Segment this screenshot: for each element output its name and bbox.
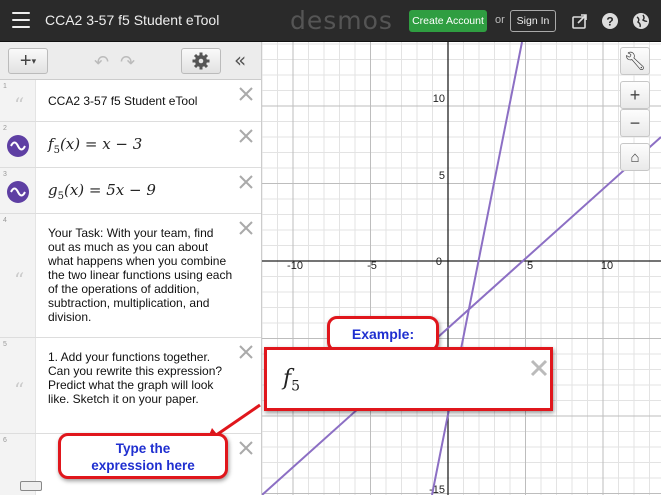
x-tick-label: 10 xyxy=(601,260,613,272)
keyboard-icon[interactable] xyxy=(20,481,42,491)
undo-icon[interactable]: ↶ xyxy=(94,52,109,73)
home-icon: ⌂ xyxy=(630,149,640,166)
note-icon: “ xyxy=(14,378,25,402)
expression-item-1[interactable]: 1 “ CCA2 3-57 f5 Student eTool xyxy=(0,80,261,122)
create-account-button[interactable]: Create Account xyxy=(409,10,487,32)
expression-text: CCA2 3-57 f5 Student eTool xyxy=(48,94,198,108)
expression-toolbar: +▾ ↶ ↷ « xyxy=(0,42,261,80)
y-tick-label: 5 xyxy=(439,170,445,182)
expression-text: 1. Add your functions together. Can you … xyxy=(48,350,223,406)
expression-item-4[interactable]: 4 “ Your Task: With your team, find out … xyxy=(0,214,261,338)
home-button[interactable]: ⌂ xyxy=(620,143,650,171)
wrench-icon: 🔧︎ xyxy=(623,51,647,71)
expression-item-3[interactable]: 3 g5(x) = 5x − 9 xyxy=(0,168,261,214)
redo-icon[interactable]: ↷ xyxy=(120,52,135,73)
expression-text: Your Task: With your team, find out as m… xyxy=(48,226,233,324)
collapse-panel-icon[interactable]: « xyxy=(234,48,246,72)
x-tick-label: 5 xyxy=(527,260,533,272)
example-expression: f5 xyxy=(283,366,301,395)
graph-color-icon[interactable] xyxy=(7,135,29,157)
svg-text:?: ? xyxy=(606,15,613,29)
gear-icon xyxy=(192,52,210,70)
x-tick-label: -10 xyxy=(287,260,303,272)
sign-in-button[interactable]: Sign In xyxy=(510,10,556,32)
add-item-button[interactable]: +▾ xyxy=(8,48,48,74)
zoom-in-button[interactable]: + xyxy=(620,81,650,109)
graph-line-g5[interactable] xyxy=(431,42,523,495)
menu-icon[interactable] xyxy=(12,12,30,28)
globe-icon[interactable] xyxy=(632,12,650,30)
origin-label: 0 xyxy=(436,256,442,268)
type-expression-callout: Type the expression here xyxy=(58,433,228,479)
minus-icon: − xyxy=(629,113,641,133)
plus-icon: + xyxy=(629,85,641,105)
note-icon: “ xyxy=(14,268,25,292)
note-icon: “ xyxy=(14,93,25,117)
share-icon[interactable] xyxy=(571,12,589,30)
document-title: CCA2 3-57 f5 Student eTool xyxy=(45,12,220,28)
or-label: or xyxy=(495,14,505,26)
brand-logo: desmos xyxy=(290,6,393,35)
close-icon xyxy=(530,359,548,377)
example-expression-box: f5 xyxy=(264,347,553,411)
expression-math[interactable]: f5(x) = x − 3 xyxy=(48,135,142,156)
graph-color-icon[interactable] xyxy=(7,181,29,203)
y-tick-labels: 10 5 -15 xyxy=(429,93,445,495)
close-icon[interactable] xyxy=(238,220,254,236)
top-bar: CCA2 3-57 f5 Student eTool desmos Create… xyxy=(0,0,661,42)
close-icon[interactable] xyxy=(238,344,254,360)
close-icon[interactable] xyxy=(238,128,254,144)
x-tick-labels: -10 -5 0 5 10 xyxy=(287,256,613,272)
y-tick-label: 10 xyxy=(433,93,445,105)
zoom-out-button[interactable]: − xyxy=(620,109,650,137)
graph-line-f5[interactable] xyxy=(262,136,661,495)
graph-canvas[interactable]: -10 -5 0 5 10 10 5 -15 xyxy=(262,42,661,495)
settings-button[interactable] xyxy=(181,48,221,74)
graph-settings-button[interactable]: 🔧︎ xyxy=(620,47,650,75)
x-tick-label: -5 xyxy=(367,260,377,272)
expression-item-2[interactable]: 2 f5(x) = x − 3 xyxy=(0,122,261,168)
expression-math[interactable]: g5(x) = 5x − 9 xyxy=(48,181,156,202)
close-icon[interactable] xyxy=(238,174,254,190)
help-icon[interactable]: ? xyxy=(601,12,619,30)
close-icon[interactable] xyxy=(238,86,254,102)
